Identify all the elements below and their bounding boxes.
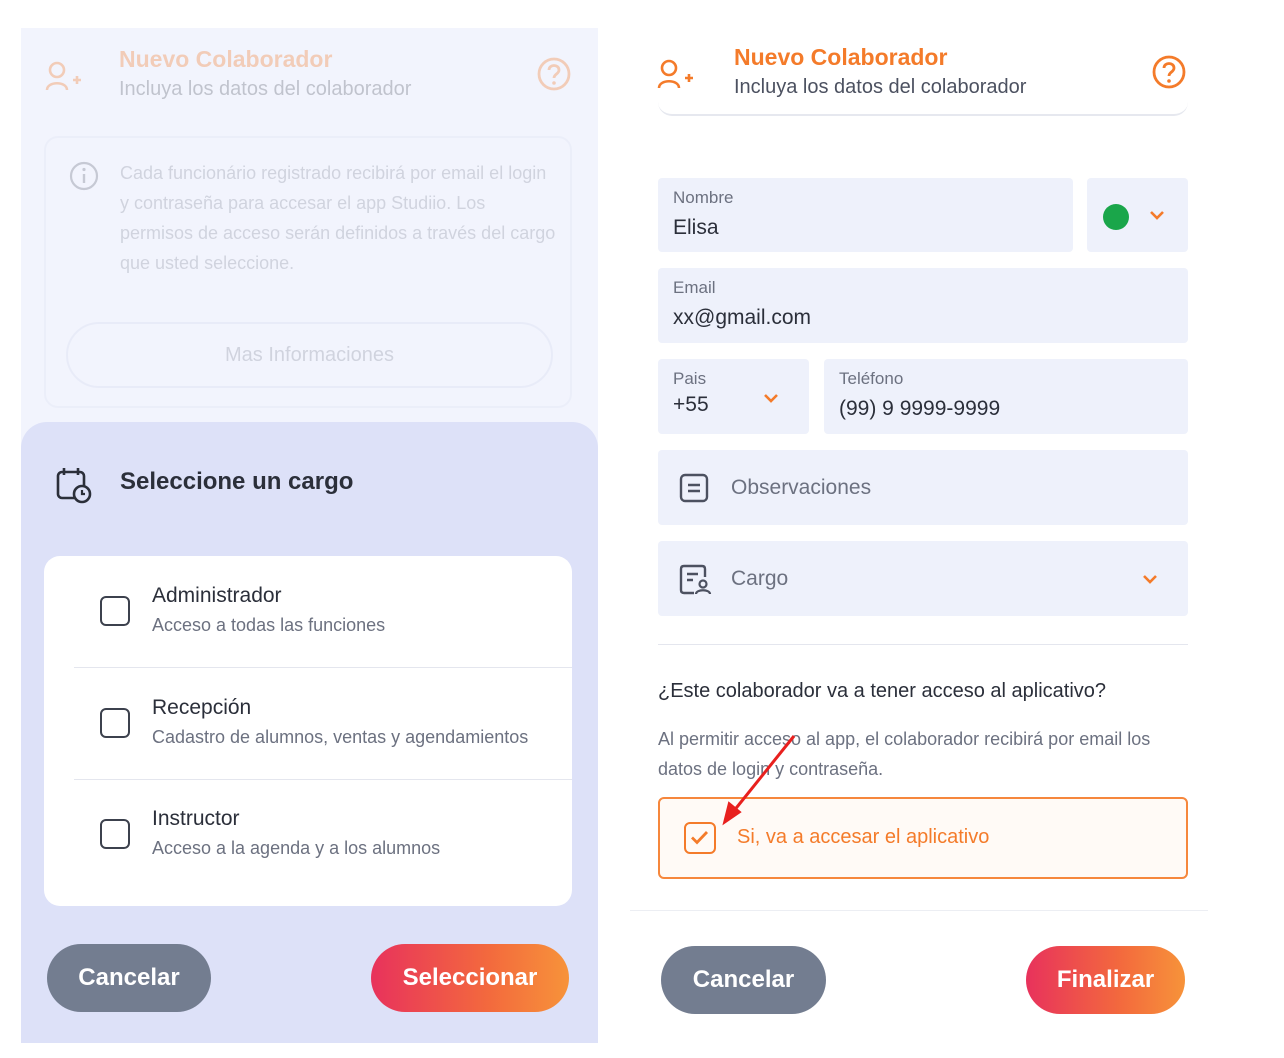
role-description: Acceso a todas las funciones	[152, 615, 386, 635]
help-icon[interactable]	[1151, 54, 1187, 95]
status-dropdown[interactable]	[1087, 178, 1188, 252]
chevron-down-icon	[1149, 208, 1165, 226]
country-value: +55	[673, 393, 709, 416]
cancel-button[interactable]: Cancelar	[661, 946, 826, 1014]
help-icon[interactable]	[536, 56, 572, 97]
chevron-down-icon	[1142, 572, 1158, 590]
role-title: Recepción	[152, 696, 252, 719]
name-field[interactable]: Nombre Elisa	[658, 178, 1073, 252]
name-value: Elisa	[673, 216, 719, 239]
email-field[interactable]: Email xx@gmail.com	[658, 268, 1188, 343]
name-label: Nombre	[673, 188, 734, 207]
chevron-down-icon	[763, 391, 779, 409]
divider	[658, 644, 1188, 645]
page-subtitle: Incluya los datos del colaborador	[119, 78, 412, 100]
role-option-instructor[interactable]: Instructor Acceso a la agenda y a los al…	[44, 779, 572, 891]
phone-label: Teléfono	[839, 369, 904, 388]
role-select[interactable]: Cargo	[658, 541, 1188, 616]
access-description: Al permitir acceso al app, el colaborado…	[658, 729, 1151, 779]
more-info-button[interactable]: Mas Informaciones	[66, 322, 553, 388]
access-question: ¿Este colaborador va a tener acceso al a…	[658, 680, 1107, 702]
role-options-list: Administrador Acceso a todas las funcion…	[44, 556, 572, 906]
role-checkbox[interactable]	[100, 708, 130, 738]
email-value: xx@gmail.com	[673, 306, 812, 329]
phone-field[interactable]: Teléfono (99) 9 9999-9999	[824, 359, 1188, 434]
info-card: Cada funcionário registrado recibirá por…	[44, 136, 572, 408]
status-indicator	[1103, 204, 1129, 230]
phone-value: (99) 9 9999-9999	[839, 397, 1001, 420]
role-option-recepcion[interactable]: Recepción Cadastro de alumnos, ventas y …	[44, 668, 572, 780]
dimmed-background-form: Nuevo Colaborador Incluya los datos del …	[21, 28, 598, 428]
calendar-clock-icon	[55, 466, 95, 511]
role-checkbox[interactable]	[100, 819, 130, 849]
add-user-icon	[45, 60, 83, 99]
finish-button[interactable]: Finalizar	[1026, 946, 1185, 1014]
role-title: Administrador	[152, 584, 282, 607]
footer-divider	[630, 910, 1208, 911]
role-selection-screen: Nuevo Colaborador Incluya los datos del …	[21, 28, 598, 1043]
country-label: Pais	[673, 369, 707, 388]
role-checkbox[interactable]	[100, 596, 130, 626]
app-access-option[interactable]: Si, va a accesar el aplicativo	[658, 797, 1188, 879]
email-label: Email	[673, 278, 716, 297]
app-access-label: Si, va a accesar el aplicativo	[737, 826, 990, 848]
notes-placeholder: Observaciones	[731, 476, 872, 499]
role-option-administrador[interactable]: Administrador Acceso a todas las funcion…	[44, 556, 572, 668]
sheet-title: Seleccione un cargo	[120, 468, 354, 495]
notes-field[interactable]: Observaciones	[658, 450, 1188, 525]
page-title: Nuevo Colaborador	[734, 44, 948, 70]
cancel-button[interactable]: Cancelar	[47, 944, 211, 1012]
role-title: Instructor	[152, 807, 240, 830]
country-code-select[interactable]: Pais +55	[658, 359, 809, 434]
info-icon	[68, 160, 100, 197]
role-placeholder: Cargo	[731, 567, 789, 590]
header-divider	[658, 98, 1188, 116]
page-title: Nuevo Colaborador	[119, 46, 333, 72]
select-button[interactable]: Seleccionar	[371, 944, 569, 1012]
checkmark-icon	[691, 831, 709, 845]
bottom-sheet: Seleccione un cargo Administrador Acceso…	[21, 422, 598, 1043]
notes-icon	[678, 472, 710, 509]
role-badge-icon	[678, 563, 712, 602]
role-description: Cadastro de alumnos, ventas y agendamien…	[152, 727, 529, 747]
app-access-checkbox[interactable]	[684, 822, 716, 854]
new-collaborator-form-screen: Nuevo Colaborador Incluya los datos del …	[630, 28, 1208, 1043]
page-subtitle: Incluya los datos del colaborador	[734, 76, 1027, 98]
role-description: Acceso a la agenda y a los alumnos	[152, 838, 441, 858]
add-user-icon	[657, 58, 695, 97]
info-text: Cada funcionário registrado recibirá por…	[120, 163, 556, 273]
